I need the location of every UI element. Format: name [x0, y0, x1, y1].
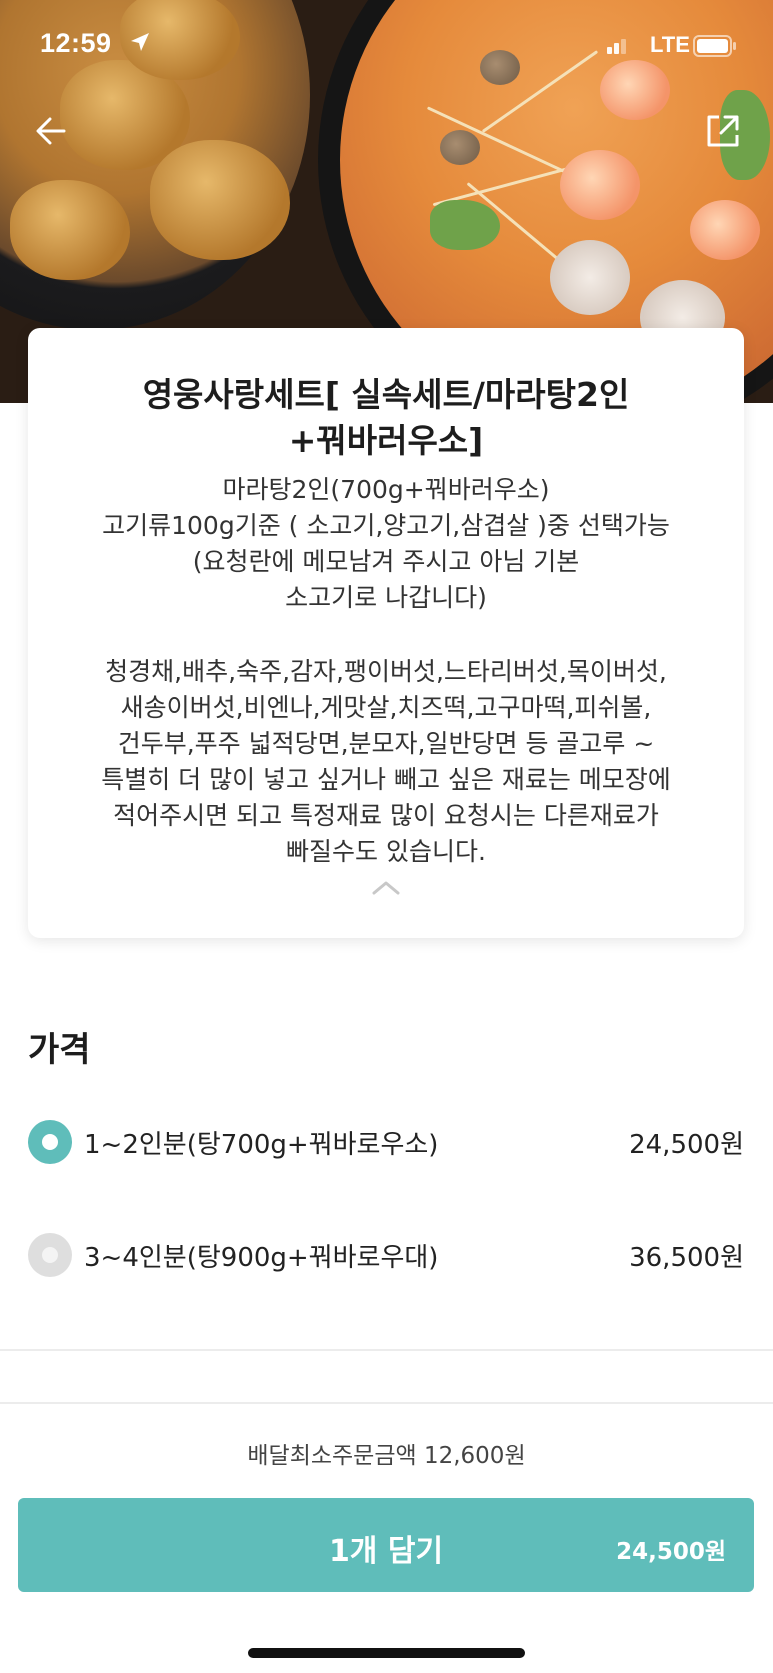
- status-time: 12:59: [40, 28, 112, 58]
- battery-icon: [693, 35, 736, 57]
- signal-icon: [607, 36, 631, 54]
- shrimp: [690, 200, 760, 260]
- menu-info-card: 영웅사랑세트[ 실속세트/마라탕2인 +꿔바러우소] 마라탕2인(700g+꿔바…: [28, 328, 744, 938]
- add-to-cart-price: 24,500원: [616, 1539, 726, 1565]
- option-price: 36,500원: [629, 1242, 744, 1273]
- menu-title: 영웅사랑세트[ 실속세트/마라탕2인 +꿔바러우소]: [142, 375, 630, 460]
- status-bar: 12:59 LTE: [0, 0, 773, 96]
- divider: [0, 1402, 773, 1404]
- fried-pork-piece: [150, 140, 290, 260]
- option-label: 1~2인분(탕700g+꿔바로우소): [84, 1129, 439, 1160]
- option-price: 24,500원: [629, 1129, 744, 1160]
- network-label: LTE: [650, 32, 690, 57]
- lotus-root: [550, 240, 630, 315]
- min-order-amount: 배달최소주문금액 12,600원: [247, 1443, 526, 1469]
- price-option-1[interactable]: 1~2인분(탕700g+꿔바로우소) 24,500원: [28, 1112, 744, 1172]
- back-button[interactable]: [28, 108, 74, 154]
- price-option-2[interactable]: 3~4인분(탕900g+꿔바로우대) 36,500원: [28, 1225, 744, 1285]
- fried-pork-piece: [10, 180, 130, 280]
- share-button[interactable]: [700, 108, 746, 154]
- mushroom: [440, 130, 480, 165]
- greens: [430, 200, 500, 250]
- arrow-left-icon: [36, 117, 66, 145]
- radio-selected-icon[interactable]: [28, 1120, 72, 1164]
- divider: [0, 1349, 773, 1351]
- add-to-cart-button[interactable]: 1개 담기 24,500원: [18, 1498, 754, 1592]
- shrimp: [560, 150, 640, 220]
- share-external-icon: [707, 115, 739, 147]
- home-indicator: [248, 1648, 525, 1658]
- location-arrow-icon: [131, 33, 149, 51]
- option-label: 3~4인분(탕900g+꿔바로우대): [84, 1242, 439, 1273]
- chevron-up-icon[interactable]: [368, 876, 404, 900]
- menu-description: 마라탕2인(700g+꿔바러우소) 고기류100g기준 ( 소고기,양고기,삼겹…: [102, 475, 670, 612]
- price-heading: 가격: [28, 1030, 91, 1070]
- radio-unselected-icon[interactable]: [28, 1233, 72, 1277]
- menu-ingredients: 청경채,배추,숙주,감자,팽이버섯,느타리버섯,목이버섯, 새송이버섯,비엔나,…: [101, 657, 671, 866]
